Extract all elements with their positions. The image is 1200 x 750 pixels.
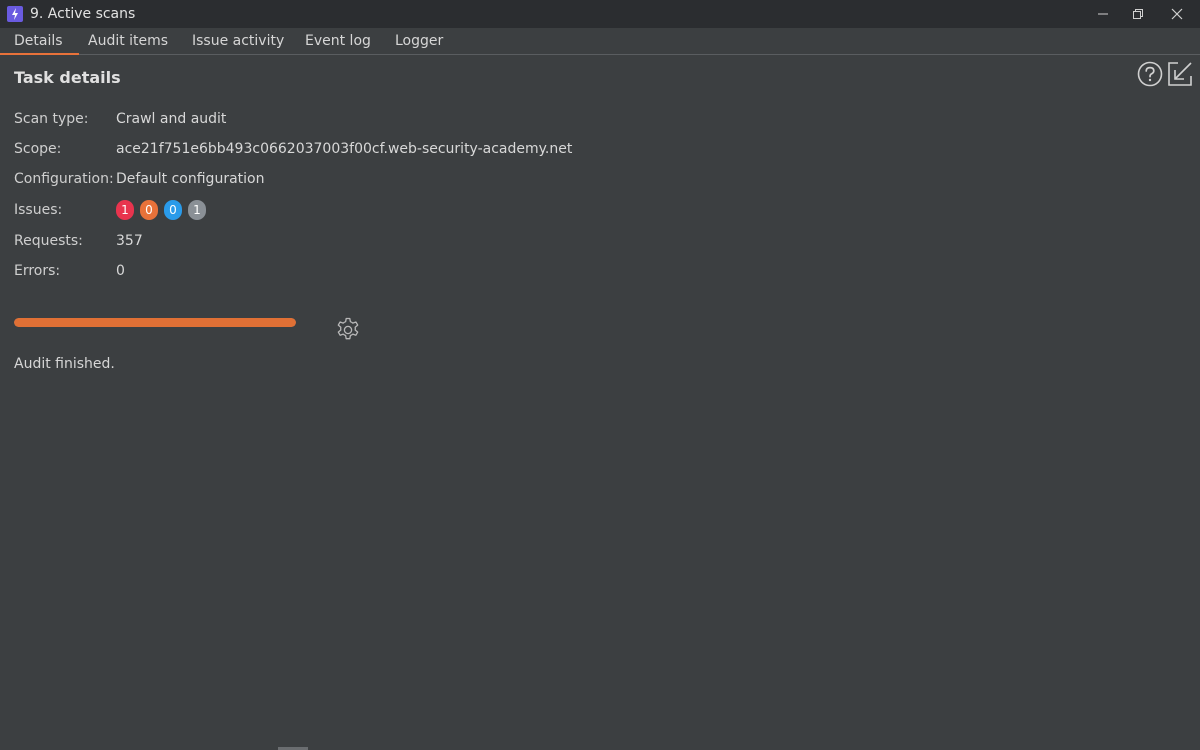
- tab-issue-activity[interactable]: Issue activity: [192, 28, 284, 54]
- minimize-icon: [1098, 13, 1108, 15]
- scope-row: Scope: ace21f751e6bb493c0662037003f00cf.…: [14, 139, 614, 159]
- scan-progress-bar: [14, 318, 296, 327]
- issue-badge-info[interactable]: 1: [188, 200, 206, 220]
- scan-settings-button[interactable]: [334, 316, 362, 344]
- tab-details[interactable]: Details: [0, 28, 78, 55]
- issues-row: Issues: 1 0 0 1: [14, 200, 414, 220]
- scan-progress-fill: [14, 318, 296, 327]
- active-scans-window: 9. Active scans Details Audit items Issu…: [0, 0, 1200, 750]
- tab-logger[interactable]: Logger: [395, 28, 443, 54]
- burp-lightning-icon: [7, 6, 23, 22]
- issue-badge-high[interactable]: 1: [116, 200, 134, 220]
- requests-label: Requests:: [14, 233, 83, 249]
- scan-type-value: Crawl and audit: [116, 111, 227, 127]
- issue-badge-medium[interactable]: 0: [140, 200, 158, 220]
- help-button[interactable]: [1136, 60, 1164, 88]
- help-icon: [1137, 61, 1163, 87]
- issues-label: Issues:: [14, 202, 63, 218]
- requests-row: Requests: 357: [14, 231, 414, 251]
- gear-icon: [337, 317, 359, 340]
- scope-value: ace21f751e6bb493c0662037003f00cf.web-sec…: [116, 141, 573, 157]
- popout-icon: [1168, 62, 1192, 86]
- window-title: 9. Active scans: [30, 6, 136, 22]
- popout-button[interactable]: [1166, 60, 1194, 88]
- tab-event-log[interactable]: Event log: [305, 28, 371, 54]
- configuration-row: Configuration: Default configuration: [14, 169, 414, 189]
- close-button[interactable]: [1154, 0, 1200, 28]
- errors-label: Errors:: [14, 263, 61, 279]
- title-bar: 9. Active scans: [0, 0, 1200, 28]
- issue-badge-low[interactable]: 0: [164, 200, 182, 220]
- tab-audit-items[interactable]: Audit items: [88, 28, 168, 54]
- tab-bar: Details Audit items Issue activity Event…: [0, 28, 1200, 55]
- scan-type-label: Scan type:: [14, 111, 89, 127]
- restore-icon: [1133, 9, 1143, 19]
- scope-label: Scope:: [14, 141, 62, 157]
- errors-row: Errors: 0: [14, 261, 414, 281]
- configuration-value: Default configuration: [116, 171, 265, 187]
- task-details-heading: Task details: [14, 68, 121, 87]
- errors-value: 0: [116, 263, 125, 279]
- scan-type-row: Scan type: Crawl and audit: [14, 109, 414, 129]
- close-icon: [1171, 8, 1183, 20]
- scan-status-text: Audit finished.: [14, 356, 115, 372]
- requests-value: 357: [116, 233, 143, 249]
- configuration-label: Configuration:: [14, 171, 114, 187]
